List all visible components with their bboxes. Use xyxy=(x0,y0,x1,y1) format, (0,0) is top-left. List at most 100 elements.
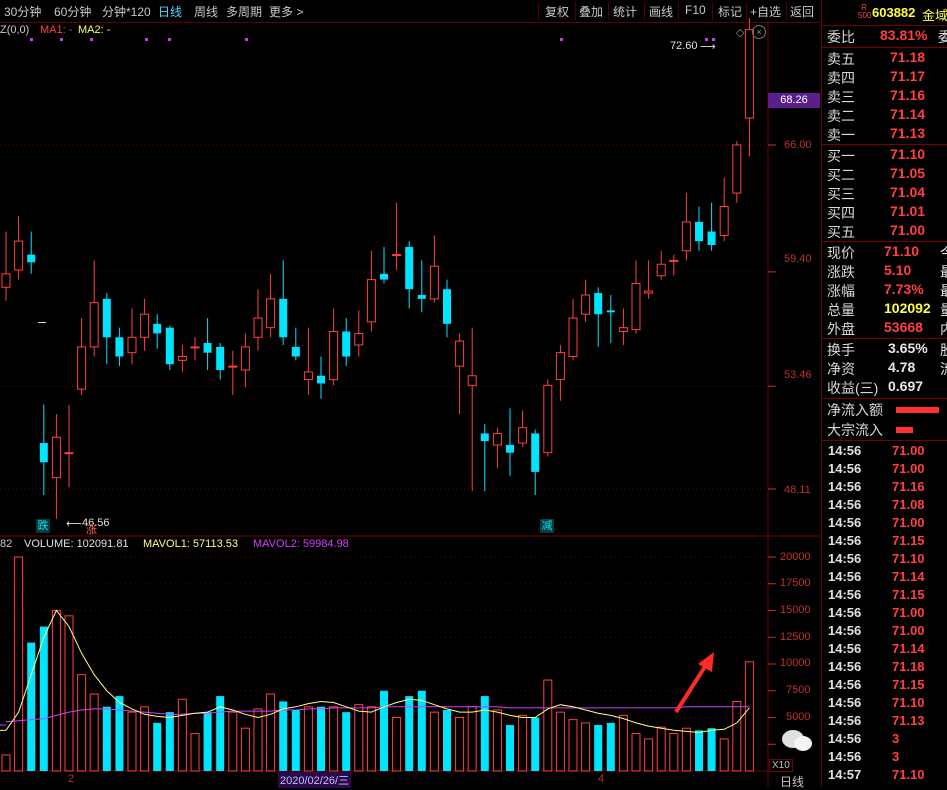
period-label[interactable]: 日线 xyxy=(780,773,804,790)
trade-tick-row: 14:56 71.18 xyxy=(822,659,947,677)
bid-label: 买四 xyxy=(827,205,855,221)
quote-label: 涨跌 xyxy=(827,264,855,280)
ask-row: 卖一 71.13 xyxy=(822,125,947,144)
candle-body-up xyxy=(656,263,666,277)
volume-bar-up xyxy=(303,706,313,772)
volume-bar-up xyxy=(429,711,439,772)
tick-price: 71.00 xyxy=(892,605,925,620)
bid-price: 71.05 xyxy=(890,165,926,181)
candle-body-down xyxy=(594,293,603,315)
trade-tick-row: 14:56 71.10 xyxy=(822,695,947,713)
close-icon[interactable]: × xyxy=(752,25,766,39)
ask-row: 卖四 71.17 xyxy=(822,68,947,87)
volume-bar-up xyxy=(719,738,729,772)
tick-price: 71.10 xyxy=(892,767,925,782)
volume-bar-up xyxy=(555,711,565,772)
trade-tick-row: 14:56 71.00 xyxy=(822,623,947,641)
candle-body-up xyxy=(719,206,729,236)
tick-price: 71.00 xyxy=(892,623,925,638)
high-arrow-icon: ⟶ xyxy=(700,41,716,53)
low-arrow-icon: ⟵ xyxy=(66,518,82,530)
date-tick: 2 xyxy=(68,773,75,785)
quote-label: 涨幅 xyxy=(827,283,855,299)
marker-die[interactable]: 跌 xyxy=(36,519,50,533)
quote-extra: 最 xyxy=(940,281,947,301)
tick-price: 71.10 xyxy=(892,695,925,710)
quote-extra: 内 xyxy=(940,319,947,339)
quote-value: 102092 xyxy=(884,300,931,316)
tick-time: 14:56 xyxy=(828,605,862,620)
date-tick: 4 xyxy=(598,773,605,785)
tick-price: 71.16 xyxy=(892,479,925,494)
stock-code: 603882 xyxy=(872,5,916,20)
volume-bar-up xyxy=(681,727,691,772)
stat-extra: 流 xyxy=(940,359,947,379)
stat-extra: 股 xyxy=(940,340,947,360)
trade-tick-row: 14:56 71.00 xyxy=(822,605,947,623)
diamond-icon[interactable]: ◇ xyxy=(736,26,744,39)
candle-body-up xyxy=(303,371,313,381)
volume-bar-up xyxy=(89,693,99,772)
candle-body-up xyxy=(392,254,402,257)
volume-bar-up xyxy=(127,711,137,772)
trade-tick-row: 14:56 71.08 xyxy=(822,497,947,515)
tick-price: 71.00 xyxy=(892,515,925,530)
quote-label: 总量 xyxy=(827,302,855,318)
marker-jian[interactable]: 减 xyxy=(540,519,554,533)
trade-tick-row: 14:56 71.16 xyxy=(822,479,947,497)
candle-body-up xyxy=(644,290,654,294)
candle-body-down xyxy=(203,343,212,353)
exchange-badge: R 500 xyxy=(858,4,871,22)
candle-body-down xyxy=(342,331,351,357)
ask-label: 卖五 xyxy=(827,51,855,67)
volume-bar-up xyxy=(253,708,263,772)
candle-body-up xyxy=(77,346,87,390)
high-price-label: 72.60 xyxy=(670,40,698,52)
candle-body-up xyxy=(190,346,200,349)
quote-extra: 今 xyxy=(940,243,947,263)
volume-bar-up xyxy=(1,754,11,772)
flow-row: 净流入额 xyxy=(822,400,947,419)
volume-bar-up xyxy=(467,706,477,772)
candle-body-up xyxy=(64,452,74,455)
trade-tick-row: 14:56 71.00 xyxy=(822,515,947,533)
stat-label: 收益(三) xyxy=(827,380,879,396)
signal-dot xyxy=(168,38,171,41)
candle-body-up xyxy=(429,265,439,300)
candle-body-up xyxy=(366,279,376,323)
bid-label: 买三 xyxy=(827,186,855,202)
flow-bar xyxy=(896,407,939,413)
divider xyxy=(822,440,947,441)
tick-price: 71.15 xyxy=(892,677,925,692)
stat-row: 换手 3.65% 股 xyxy=(822,340,947,359)
volume-bar-up xyxy=(669,733,679,772)
signal-dot xyxy=(560,38,563,41)
bid-row: 买五 71.00 xyxy=(822,222,947,241)
ask-label: 卖三 xyxy=(827,89,855,105)
volume-bar-up xyxy=(140,706,150,772)
signal-dot xyxy=(145,38,148,41)
volume-bar-up xyxy=(240,727,250,772)
marker-zhang[interactable]: 涨 xyxy=(86,521,97,537)
volume-bar-down xyxy=(291,710,300,771)
bid-row: 买二 71.05 xyxy=(822,165,947,184)
price-axis-label: 53.46 xyxy=(784,369,812,381)
candle-body-up xyxy=(555,352,565,381)
bid-label: 买二 xyxy=(827,167,855,183)
volume-bar-down xyxy=(405,696,414,771)
tick-time: 14:56 xyxy=(828,587,862,602)
ask-price: 71.17 xyxy=(890,68,926,84)
volume-bar-down xyxy=(506,724,514,771)
bid-price: 71.04 xyxy=(890,184,926,200)
tick-time: 14:56 xyxy=(828,731,862,746)
volume-bar-up xyxy=(77,674,87,772)
stat-row: 收益(三) 0.697 xyxy=(822,378,947,397)
tick-price: 71.18 xyxy=(892,659,925,674)
trade-tick-row: 14:56 71.15 xyxy=(822,677,947,695)
ask-price: 71.13 xyxy=(890,125,926,141)
flow-label: 净流入额 xyxy=(827,402,883,418)
tick-time: 14:56 xyxy=(828,443,862,458)
volume-bar-up xyxy=(744,661,754,772)
ask-price: 71.18 xyxy=(890,49,926,65)
ask-price: 71.16 xyxy=(890,87,926,103)
